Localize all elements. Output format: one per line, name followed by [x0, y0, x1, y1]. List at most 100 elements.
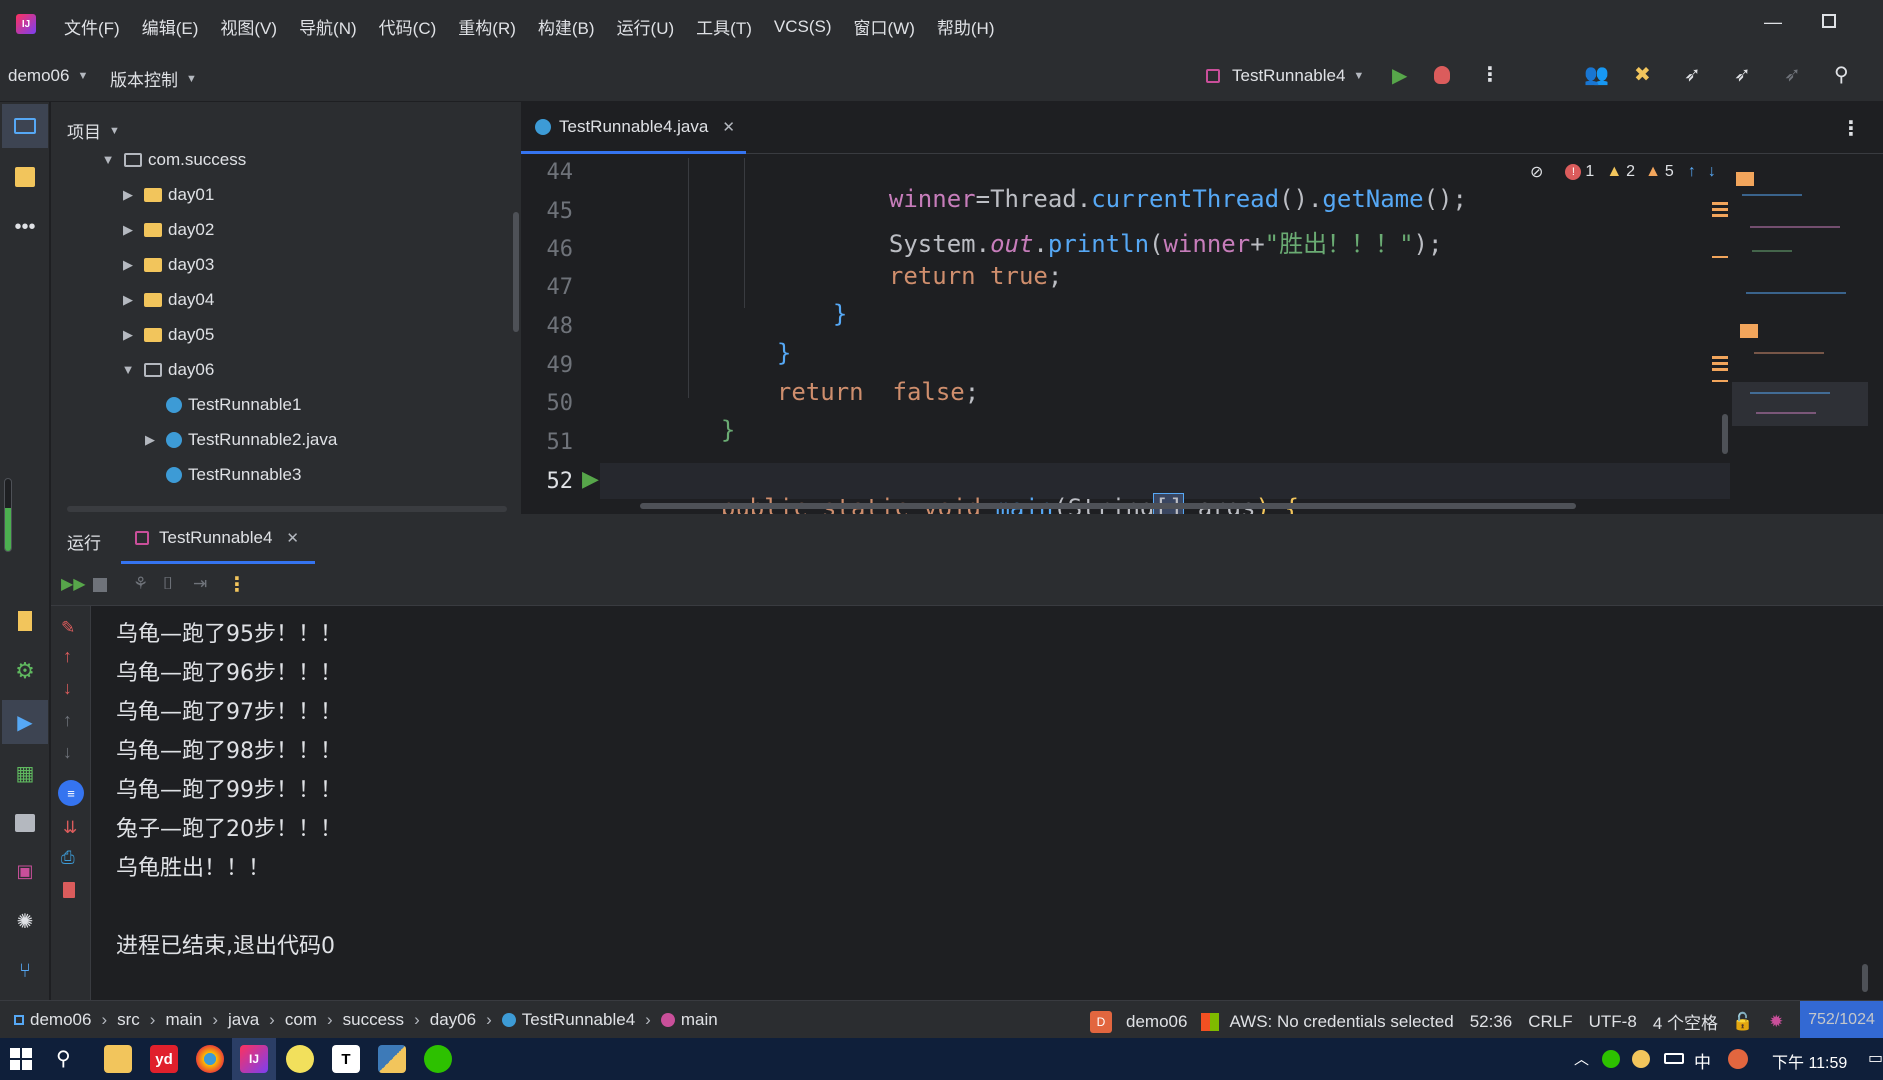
aws-status[interactable]: AWS: No credentials selected [1229, 1012, 1453, 1032]
run-gutter-icon[interactable]: ▶ [582, 466, 599, 492]
next-occurrence-icon[interactable]: ↓ [63, 742, 72, 763]
minimize-icon[interactable]: — [1764, 12, 1782, 33]
breadcrumb-item[interactable]: java [228, 1010, 259, 1030]
console-scrollbar[interactable] [1862, 964, 1868, 992]
tray-app-icon[interactable] [1632, 1050, 1650, 1068]
deploy-disabled-icon[interactable]: ➶ [1784, 62, 1801, 87]
chevron-right-icon[interactable]: ▶ [120, 187, 136, 203]
search-icon[interactable]: ⚲ [56, 1046, 71, 1071]
wechat-icon[interactable] [424, 1045, 452, 1073]
tree-hscrollbar[interactable] [67, 506, 507, 512]
line-number[interactable]: 50 [523, 391, 574, 416]
tree-item[interactable]: ▶ day02 [120, 212, 214, 247]
exit-icon[interactable]: ⇥ [193, 574, 207, 594]
arrow-up-icon[interactable]: ↑ [63, 646, 72, 667]
terminal-icon[interactable]: ▣ [12, 858, 38, 884]
clear-pen-icon[interactable]: ✎ [61, 618, 75, 638]
plugins-icon[interactable]: ▦ [12, 760, 38, 786]
camera-icon[interactable]: ⌷ [163, 574, 173, 594]
menu-item[interactable]: 视图(V) [220, 14, 277, 39]
chevron-right-icon[interactable]: ▶ [142, 432, 158, 448]
arrow-up-icon[interactable]: ↑ [1688, 163, 1696, 181]
menu-item[interactable]: 构建(B) [538, 14, 595, 39]
tree-item[interactable]: ▼ day06 [120, 352, 215, 387]
menu-item[interactable]: 编辑(E) [142, 14, 199, 39]
tree-scrollbar[interactable] [513, 212, 519, 332]
project-tool-icon[interactable] [2, 104, 48, 148]
line-number[interactable]: 48 [523, 314, 574, 339]
tree-item[interactable]: ▶ day01 [120, 177, 214, 212]
project-badge-icon[interactable]: D [1090, 1010, 1112, 1033]
attach-debugger-icon[interactable]: ⚘ [133, 574, 148, 594]
menu-item[interactable]: 导航(N) [299, 14, 357, 39]
line-number[interactable]: 51 [523, 430, 574, 455]
menu-item[interactable]: 运行(U) [617, 14, 675, 39]
line-separator[interactable]: CRLF [1528, 1012, 1572, 1032]
run-config-selector[interactable]: TestRunnable4 ▼ [1206, 66, 1364, 86]
tree-item[interactable]: ▶ day03 [120, 247, 214, 282]
menu-item[interactable]: 帮助(H) [937, 14, 995, 39]
line-number[interactable]: 47 [523, 275, 574, 300]
project-switcher[interactable]: demo06 ▼ [8, 66, 88, 86]
ime-indicator[interactable]: 中 [1694, 1048, 1711, 1073]
tray-wechat-icon[interactable] [1602, 1050, 1620, 1068]
more-vertical-icon[interactable]: ⋮ [1480, 62, 1500, 87]
run-icon[interactable]: ▶ [1392, 63, 1407, 88]
line-number[interactable]: 49 [523, 353, 574, 378]
app-yellow-icon[interactable] [286, 1045, 314, 1073]
chevron-right-icon[interactable]: ▶ [120, 327, 136, 343]
chevron-down-icon[interactable]: ▼ [100, 152, 116, 167]
deploy-icon[interactable]: ➶ [1684, 62, 1701, 87]
structure-icon[interactable] [12, 164, 38, 190]
notepad-icon[interactable] [12, 608, 38, 634]
tree-item[interactable]: ▶ day04 [120, 282, 214, 317]
run-tool-icon[interactable]: ▶ [2, 700, 48, 744]
rerun-icon[interactable]: ▶▶ [61, 574, 86, 594]
close-icon[interactable]: ✕ [722, 118, 735, 136]
clock[interactable]: 下午 11:59 [1772, 1049, 1847, 1073]
line-number[interactable]: 52 [523, 469, 574, 494]
run-tab[interactable]: TestRunnable4 ✕ [121, 514, 315, 564]
chevron-down-icon[interactable]: ▼ [120, 362, 136, 377]
code-line-50[interactable]: } [692, 388, 735, 444]
chevron-right-icon[interactable]: ▶ [120, 292, 136, 308]
chevron-right-icon[interactable]: ▶ [120, 222, 136, 238]
menu-item[interactable]: 工具(T) [696, 14, 752, 39]
status-project[interactable]: demo06 [1126, 1012, 1187, 1032]
more-vertical-icon[interactable]: ⋮ [227, 572, 247, 597]
chevron-right-icon[interactable]: ▶ [120, 257, 136, 273]
scroll-to-end-icon[interactable]: ⇊ [63, 818, 77, 838]
gear-icon[interactable]: ⚙ [12, 658, 38, 684]
editor-tab[interactable]: TestRunnable4.java ✕ [521, 102, 746, 154]
editor-vscrollbar[interactable] [1722, 414, 1728, 454]
hide-icon[interactable]: ⊘ [1530, 162, 1543, 182]
lock-icon[interactable]: 🔓 [1732, 1012, 1753, 1032]
menu-item[interactable]: VCS(S) [774, 17, 832, 37]
caret-position[interactable]: 52:36 [1470, 1012, 1513, 1032]
typora-icon[interactable]: T [332, 1045, 360, 1073]
youdao-icon[interactable]: yd [150, 1045, 178, 1073]
code-line-47[interactable]: } [804, 272, 847, 328]
breadcrumb-item[interactable]: demo06 [30, 1010, 91, 1030]
arrow-down-icon[interactable]: ↓ [63, 678, 72, 699]
problems-icon[interactable]: ✺ [12, 908, 38, 934]
collaboration-icon[interactable]: 👥 [1584, 62, 1609, 87]
code-line-46[interactable]: return true; [860, 234, 1062, 290]
file-encoding[interactable]: UTF-8 [1589, 1012, 1637, 1032]
tree-item[interactable]: ▶ day05 [120, 317, 214, 352]
trash-icon[interactable] [63, 882, 75, 898]
intellij-icon[interactable]: IJ [240, 1045, 268, 1073]
services-icon[interactable] [12, 810, 38, 836]
sogou-icon[interactable] [1728, 1049, 1748, 1069]
close-icon[interactable]: ✕ [286, 529, 299, 547]
deploy-alt-icon[interactable]: ➶ [1734, 62, 1751, 87]
more-vertical-icon[interactable]: ⋮ [1841, 116, 1861, 141]
line-number[interactable]: 44 [523, 160, 574, 185]
chrome-icon[interactable] [196, 1045, 224, 1073]
stop-icon[interactable] [93, 578, 107, 592]
menu-item[interactable]: 重构(R) [458, 14, 516, 39]
breadcrumb-item[interactable]: main [165, 1010, 202, 1030]
breadcrumb-item[interactable]: src [117, 1010, 140, 1030]
breadcrumb-item[interactable]: success [343, 1010, 404, 1030]
menu-item[interactable]: 窗口(W) [854, 14, 915, 39]
